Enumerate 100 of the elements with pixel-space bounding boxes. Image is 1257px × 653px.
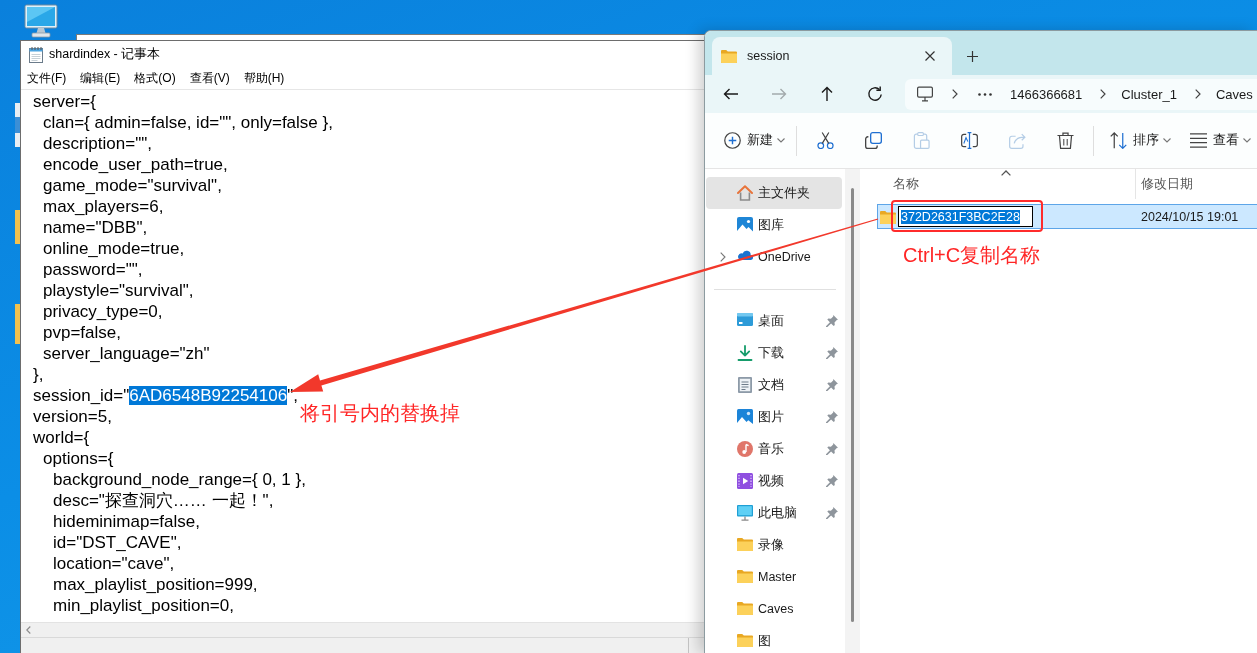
code-line: privacy_type=0, [43,302,163,321]
sidebar-item[interactable]: 主文件夹 [706,177,842,209]
code-line: max_playlist_position=999, [53,575,258,594]
menu-item[interactable]: 格式(O) [128,70,182,87]
menu-item[interactable]: 文件(F) [21,70,73,87]
close-icon [925,51,935,61]
code-line: game_mode="survival", [43,176,222,195]
code-line: world={ [33,428,90,447]
code-line: background_node_range={ 0, 1 }, [53,470,306,489]
monitor-icon [917,86,933,102]
trash-icon [1056,132,1074,149]
pin-icon[interactable] [826,379,838,391]
code-line: clan={ admin=false, id="", only=false }, [43,113,333,132]
code-line: location="cave", [53,554,175,573]
column-header[interactable]: 名称 [877,169,1135,199]
code-line: }, [33,365,44,384]
folder-icon [737,569,753,585]
folder-icon [737,601,753,617]
desktop-icon [737,313,753,329]
selected-text: 6AD6548B92254106 [129,386,288,405]
sort-button[interactable]: 排序 [1102,123,1174,158]
sidebar-item[interactable]: Master [706,561,842,593]
sidebar-item[interactable]: 录像 [706,529,842,561]
sidebar-item[interactable]: 桌面 [706,305,842,337]
sidebar-item[interactable]: 音乐 [706,433,842,465]
pin-icon[interactable] [826,315,838,327]
folder-icon [721,49,737,63]
code-line: id="DST_CAVE", [53,533,182,552]
plus-icon [966,50,978,62]
refresh-icon [867,86,883,102]
tab[interactable]: session [712,37,952,75]
pin-icon[interactable] [826,507,838,519]
chevron-right-icon[interactable] [952,89,958,99]
sidebar-item[interactable]: 图库 [706,209,842,241]
code-line: name="DBB", [43,218,148,237]
notepad-icon [29,46,43,63]
monitor-icon [737,505,753,521]
scrollbar-track[interactable] [845,169,860,653]
code-line: hideminimap=false, [53,512,200,531]
pin-icon[interactable] [826,347,838,359]
rename-icon [960,132,978,149]
horizontal-scrollbar[interactable] [21,622,705,637]
sidebar-item[interactable]: 视频 [706,465,842,497]
breadcrumb[interactable]: Cluster_1 [1121,86,1177,102]
code-line: min_playlist_position=0, [53,596,234,615]
pin-icon[interactable] [826,411,838,423]
code-line: online_mode=true, [43,239,185,258]
column-header[interactable]: 修改日期 [1135,169,1257,199]
pin-icon[interactable] [826,443,838,455]
breadcrumb[interactable]: 1466366681 [1010,86,1083,102]
more-icon[interactable] [978,92,992,96]
back-arrow-icon [723,86,739,102]
new-button[interactable]: 新建 [716,123,788,158]
chevron-right-icon[interactable] [720,252,726,262]
menu-item[interactable]: 查看(V) [183,70,236,87]
sidebar-item[interactable]: 下载 [706,337,842,369]
menu-item[interactable]: 帮助(H) [237,70,291,87]
address-bar[interactable]: 1466366681 Cluster_1 Caves [905,78,1257,110]
breadcrumb[interactable]: Caves [1215,86,1253,102]
code-line: encode_user_path=true, [43,155,228,174]
chevron-right-icon[interactable] [1194,89,1201,99]
window-title: shardindex - 记事本 [49,46,161,63]
code-line: version=5, [33,407,112,426]
modified-date: 2024/10/15 19:01 [1140,209,1240,224]
code-line: password="", [43,260,143,279]
sidebar-item[interactable]: 图片 [706,401,842,433]
sidebar-item[interactable]: 文档 [706,369,842,401]
chevron-right-icon[interactable] [1100,89,1107,99]
clipboard-icon [912,132,930,149]
sidebar-item[interactable]: 此电脑 [706,497,842,529]
view-button[interactable]: 查看 [1182,123,1254,158]
file-row[interactable]: 372D2631F3BC2E28 2024/10/15 19:01 [877,204,1257,229]
picture-frame-icon [737,217,753,233]
scrollbar-thumb[interactable] [851,188,854,622]
code-line: max_players=6, [43,197,164,216]
computer-icon[interactable] [24,4,58,38]
partial-file-icon[interactable] [15,103,20,147]
annotation-text: 将引号内的替换掉 [300,401,460,425]
sidebar-item[interactable]: 图 [706,625,842,653]
folder-icon [737,633,753,649]
scroll-left-icon[interactable] [26,626,31,634]
scissors-icon [816,132,834,149]
code-line: desc="探查洞穴…… 一起！", [53,491,274,510]
code-line: description="", [43,134,152,153]
forward-arrow-icon [771,86,787,102]
rename-field[interactable]: 372D2631F3BC2E28 [898,206,1033,227]
plus-circle-icon [724,132,741,149]
home-icon [737,185,753,201]
pin-icon[interactable] [826,475,838,487]
code-text: ", [287,386,298,405]
document-icon [737,377,753,393]
annotation-text: Ctrl+C复制名称 [903,243,1041,267]
sidebar-item[interactable]: Caves [706,593,842,625]
share-icon [1008,132,1026,149]
folder-icon [737,537,753,553]
up-arrow-icon [819,86,835,102]
menu-item[interactable]: 编辑(E) [74,70,127,87]
copy-icon [864,132,882,149]
code-line: pvp=false, [43,323,121,342]
download-icon [737,345,753,361]
